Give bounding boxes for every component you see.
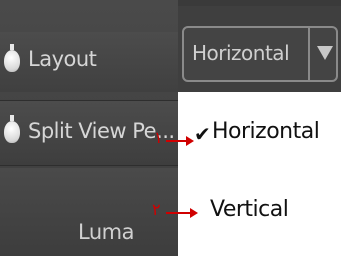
bulb-icon[interactable] — [4, 44, 20, 72]
split-view-row: Split View Pe... — [0, 100, 178, 166]
layout-dropdown[interactable]: Horizontal — [178, 6, 341, 92]
annotation-arrow-icon — [166, 136, 194, 146]
triangle-down-icon[interactable] — [317, 46, 333, 60]
checkmark-icon: ✔ — [194, 122, 211, 146]
layout-menu: ✔ Horizontal Vertical — [178, 92, 341, 256]
bulb-icon[interactable] — [4, 115, 20, 143]
menu-item-vertical[interactable]: Vertical — [210, 197, 289, 222]
layout-label: Layout — [28, 47, 97, 71]
split-view-label: Split View Pe... — [28, 119, 175, 143]
annotation-number-1: ١ — [154, 128, 163, 147]
dropdown-box[interactable]: Horizontal — [182, 26, 338, 82]
layout-row: Layout — [0, 32, 178, 92]
annotation-number-2: ٢ — [152, 200, 161, 219]
luma-label: Luma — [78, 220, 134, 244]
dropdown-selected-value: Horizontal — [192, 41, 290, 65]
dropdown-divider — [308, 28, 310, 80]
menu-item-horizontal[interactable]: Horizontal — [212, 119, 320, 144]
annotation-arrow-icon — [166, 208, 198, 218]
